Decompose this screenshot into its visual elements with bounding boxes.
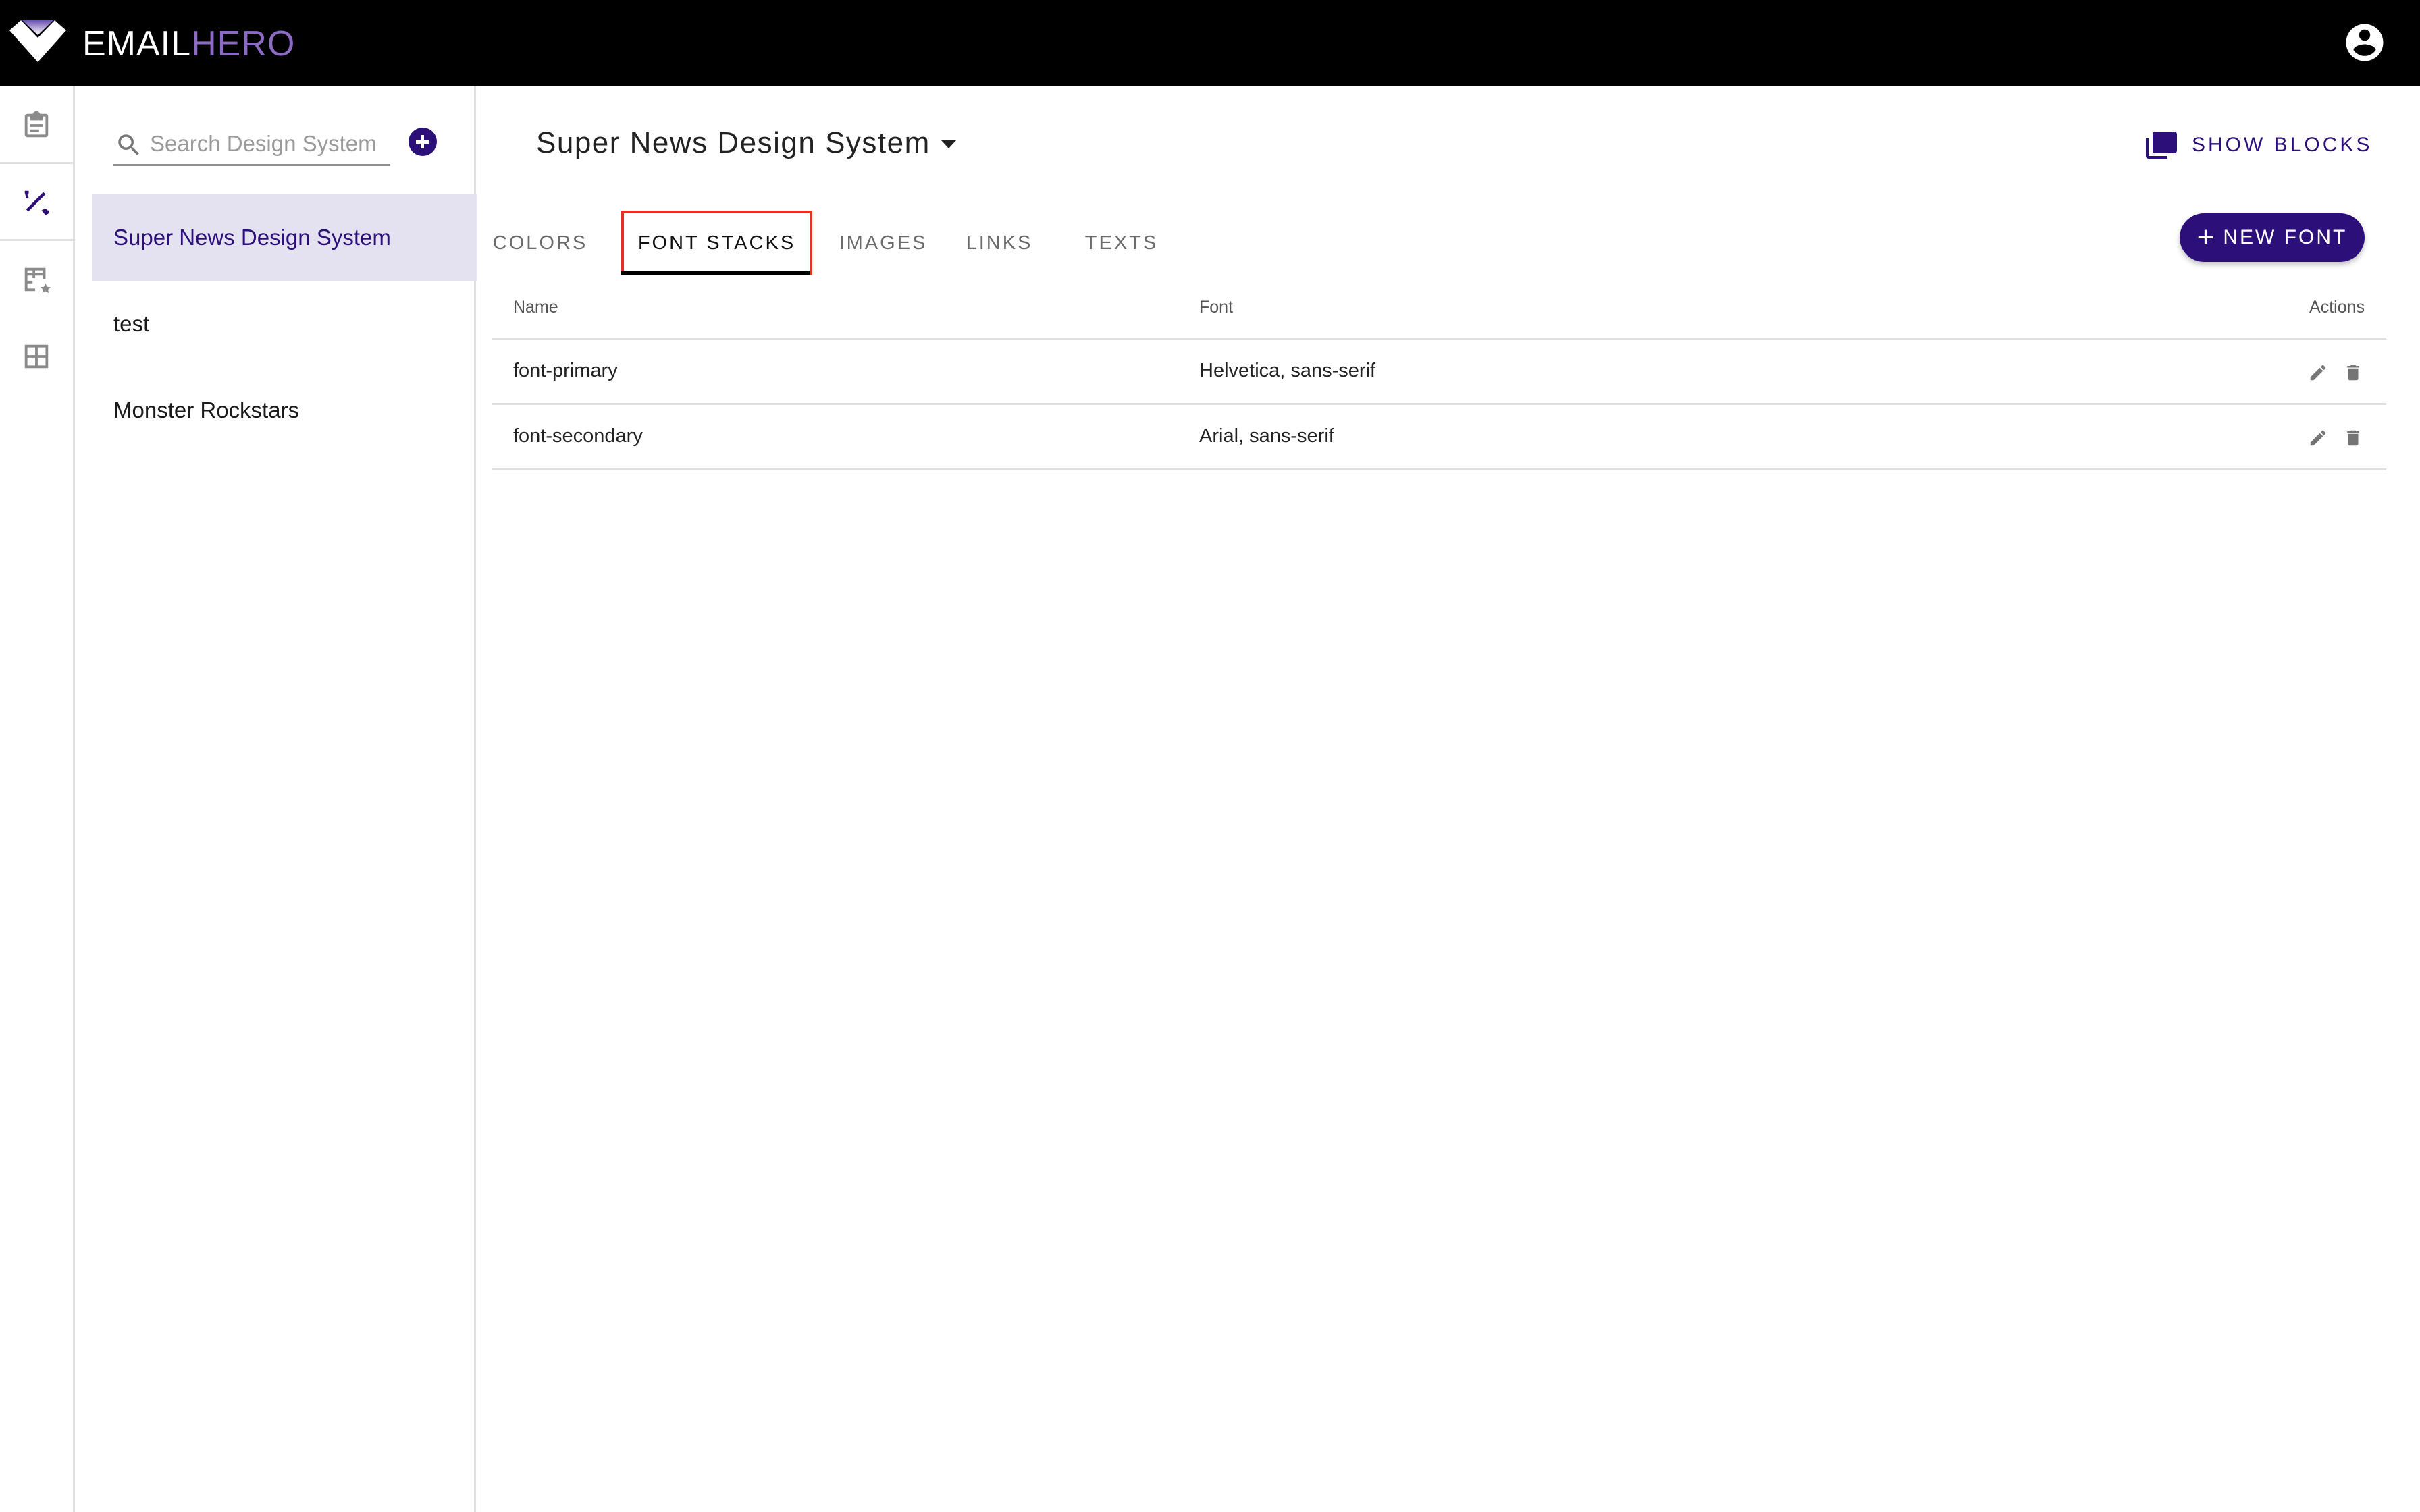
tab-colors[interactable]: COLORS <box>493 211 587 275</box>
grid-icon <box>24 344 49 369</box>
plus-icon: + <box>2197 221 2217 254</box>
new-font-button[interactable]: + NEW FONT <box>2180 213 2365 262</box>
account-circle-icon[interactable] <box>2342 20 2387 65</box>
font-value-cell: Helvetica, sans-serif <box>1199 360 1376 381</box>
show-blocks-button[interactable]: SHOW BLOCKS <box>2146 132 2372 159</box>
table-header: Name Font Actions <box>492 281 2386 340</box>
design-system-list-panel: Super News Design System test Monster Ro… <box>75 86 477 1512</box>
rail-item-templates[interactable] <box>0 241 73 318</box>
design-system-item[interactable]: Super News Design System <box>92 194 477 281</box>
clipboard-icon <box>24 111 49 138</box>
top-app-bar: EMAILHERO <box>0 0 2420 86</box>
table-row: font-secondary Arial, sans-serif <box>492 405 2386 470</box>
search-input[interactable] <box>150 127 390 161</box>
row-actions <box>2308 428 2363 448</box>
design-system-item-label: Monster Rockstars <box>113 398 300 423</box>
brand-part-1: EMAIL <box>82 24 192 63</box>
font-value-cell: Arial, sans-serif <box>1199 425 1334 447</box>
design-system-selector[interactable]: Super News Design System <box>536 126 956 160</box>
brand-part-2: HERO <box>191 24 296 63</box>
search-field <box>113 123 390 166</box>
main-content: Super News Design System SHOW BLOCKS COL… <box>478 86 2420 1512</box>
library-icon <box>2146 132 2177 159</box>
table-star-icon <box>24 267 51 294</box>
edit-button[interactable] <box>2308 362 2328 383</box>
font-name-cell: font-primary <box>513 360 618 381</box>
row-actions <box>2308 362 2363 383</box>
trash-icon <box>2347 364 2359 381</box>
design-system-item-label: test <box>113 311 150 336</box>
font-stacks-table: Name Font Actions font-primary Helvetica… <box>492 281 2386 470</box>
tab-font-stacks[interactable]: FONT STACKS <box>621 211 812 275</box>
design-system-item[interactable]: test <box>92 281 477 367</box>
pencil-icon <box>2310 364 2326 381</box>
brand-wordmark: EMAILHERO <box>82 24 296 63</box>
tab-images[interactable]: IMAGES <box>829 211 937 275</box>
design-system-item-label: Super News Design System <box>113 225 391 250</box>
page-title: Super News Design System <box>536 126 930 159</box>
pencil-icon <box>2310 430 2326 446</box>
show-blocks-label: SHOW BLOCKS <box>2192 134 2373 156</box>
edit-button[interactable] <box>2308 428 2328 448</box>
column-header-font: Font <box>1199 298 1234 317</box>
font-name-cell: font-secondary <box>513 425 643 447</box>
tab-links[interactable]: LINKS <box>959 211 1040 275</box>
design-system-item[interactable]: Monster Rockstars <box>92 367 477 454</box>
add-design-system-button[interactable] <box>409 128 437 156</box>
rail-item-campaigns[interactable] <box>0 87 73 164</box>
left-rail-nav <box>0 86 75 1512</box>
column-header-actions: Actions <box>2309 298 2365 317</box>
rail-item-blocks[interactable] <box>0 318 73 395</box>
table-row: font-primary Helvetica, sans-serif <box>492 340 2386 405</box>
column-header-name: Name <box>513 298 558 317</box>
emailhero-logo-icon <box>9 20 66 62</box>
new-font-label: NEW FONT <box>2223 226 2348 248</box>
delete-button[interactable] <box>2343 362 2363 383</box>
delete-button[interactable] <box>2343 428 2363 448</box>
tab-texts[interactable]: TEXTS <box>1078 211 1165 275</box>
caret-down-icon <box>941 140 956 148</box>
search-icon <box>118 134 139 155</box>
design-tools-icon <box>24 190 50 216</box>
rail-item-design-systems[interactable] <box>0 164 73 241</box>
trash-icon <box>2347 430 2359 446</box>
